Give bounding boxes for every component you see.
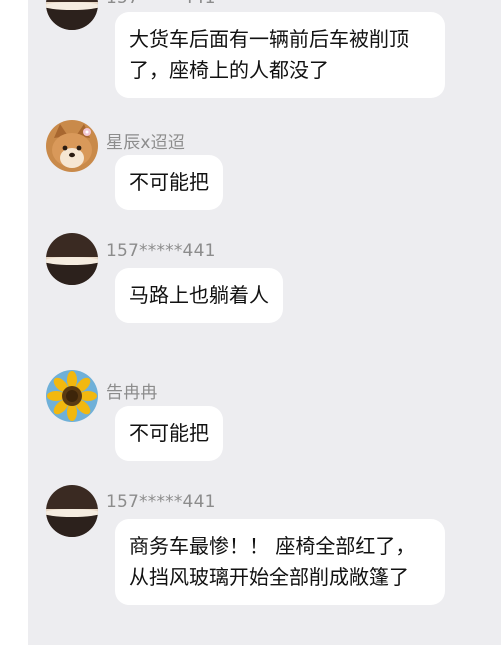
message-bubble: 商务车最惨！！ 座椅全部红了，从挡风玻璃开始全部削成敞篷了 bbox=[115, 519, 445, 605]
landscape-avatar-icon[interactable] bbox=[46, 233, 98, 285]
username: 157*****441 bbox=[106, 492, 216, 512]
username: 星辰x迢迢 bbox=[106, 133, 186, 153]
sunflower-avatar-icon[interactable] bbox=[46, 370, 98, 422]
message-bubble: 不可能把 bbox=[115, 155, 223, 210]
message-bubble: 马路上也躺着人 bbox=[115, 268, 283, 323]
landscape-avatar-icon[interactable] bbox=[46, 485, 98, 537]
message-bubble: 不可能把 bbox=[115, 406, 223, 461]
username: 157*****441 bbox=[106, 0, 216, 8]
username: 157*****441 bbox=[106, 241, 216, 261]
shiba-dog-avatar-icon[interactable] bbox=[46, 120, 98, 172]
username: 告冉冉 bbox=[106, 383, 158, 403]
message-bubble: 大货车后面有一辆前后车被削顶了，座椅上的人都没了 bbox=[115, 12, 445, 98]
